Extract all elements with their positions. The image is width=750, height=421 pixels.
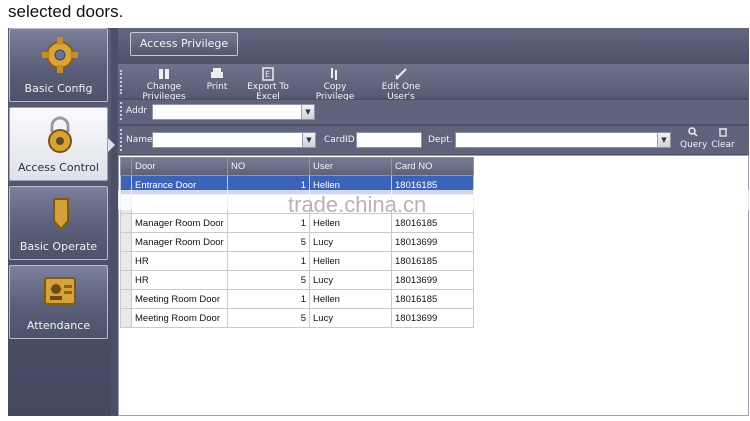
toolbar-grip [120,70,125,94]
table-row[interactable]: Meeting Room Door 1 Hellen 18016185 [120,289,474,309]
edit-one-user-button[interactable]: Edit One User's [368,66,434,102]
toolbar-label: Change Privileges [142,82,186,102]
filter-bar: Name ▼ CardID Dept. ▼ Query Clear [118,126,749,154]
column-header-user[interactable]: User [309,157,392,176]
nav-basic-operate[interactable]: Basic Operate [9,186,108,260]
addr-dropdown[interactable]: ▼ [152,104,315,120]
table-row[interactable]: Meeting Room Door 5 Lucy 18013699 [120,308,474,328]
privilege-table: Door NO User Card NO Entrance Door 1 Helle… [120,157,474,328]
row-selector[interactable] [120,213,132,233]
cell-card-no: 18016185 [391,251,474,271]
cell-card-no: 18016185 [391,289,474,309]
dept-dropdown[interactable]: ▼ [455,132,671,148]
chevron-down-icon[interactable]: ▼ [302,133,315,147]
cell-no: 5 [227,270,310,290]
cardid-label: CardID [324,135,355,145]
nav-label: Basic Config [24,82,93,95]
table-row[interactable]: HR 1 Hellen 18016185 [120,251,474,271]
cell-door: HR [131,270,228,290]
clear-icon [719,128,727,137]
bar-grip [120,102,125,120]
cell-door: Manager Room Door [131,232,228,252]
cell-door: HR [131,251,228,271]
toolbar-label: Print [206,82,228,92]
svg-text:E: E [265,70,270,79]
cell-card-no: 18013699 [391,308,474,328]
toolbar-label: Edit One User's [381,82,421,102]
cell-no: 5 [227,308,310,328]
copy-privilege-button[interactable]: Copy Privilege [304,66,366,102]
main-content: Access Privilege Change Privileges Print… [118,28,749,416]
table-header-row: Door NO User Card NO [120,157,474,176]
name-label: Name [126,135,153,145]
active-notch [108,138,115,152]
cell-door: Meeting Room Door [131,289,228,309]
page-caption: selected doors. [8,2,124,21]
watermark: trade.china.cn [288,192,427,217]
toolbar-label: Export To Excel [247,82,289,102]
name-dropdown[interactable]: ▼ [152,132,316,148]
row-selector[interactable] [120,289,132,309]
clear-button[interactable]: Clear [710,127,736,153]
row-selector[interactable] [120,270,132,290]
clear-label: Clear [711,140,735,150]
copy-icon [331,68,337,80]
addr-bar: Addr ▼ [118,100,749,124]
toolbar-label: Copy Privilege [315,82,355,102]
cell-no: 1 [227,251,310,271]
nav-access-control[interactable]: Access Control [9,107,115,181]
excel-icon: E [262,67,274,81]
attendance-card-icon [44,277,76,305]
column-header-door[interactable]: Door [131,157,228,176]
bar-grip [120,129,125,151]
change-privileges-button[interactable]: Change Privileges [126,66,202,102]
row-selector[interactable] [120,308,132,328]
cell-door: Manager Room Door [131,213,228,233]
cell-user: Lucy [309,270,392,290]
table-row[interactable]: HR 5 Lucy 18013699 [120,270,474,290]
cell-card-no: 18013699 [391,232,474,252]
cardid-input[interactable] [356,132,422,148]
addr-label: Addr [126,106,148,116]
cell-user: Lucy [309,232,392,252]
nav-attendance[interactable]: Attendance [9,265,108,339]
nav-label: Basic Operate [19,240,98,253]
tab-access-privilege[interactable]: Access Privilege [130,32,238,56]
query-button[interactable]: Query [680,127,708,153]
nav-label: Attendance [26,319,91,332]
left-navigation: Basic Config Access Control Basic Operat… [8,28,115,416]
operate-icon [53,198,69,231]
title-bar: Access Privilege [118,28,749,62]
cell-no: 1 [227,289,310,309]
chevron-down-icon[interactable]: ▼ [657,133,670,147]
toolbar: Change Privileges Print E Export To Exce… [118,64,749,102]
row-selector[interactable] [120,251,132,271]
export-excel-button[interactable]: E Export To Excel [234,66,302,102]
app-window: Basic Config Access Control Basic Operat… [8,28,749,416]
chevron-down-icon[interactable]: ▼ [301,105,314,119]
cell-user: Lucy [309,308,392,328]
row-selector-header [120,157,132,176]
printer-icon [211,68,223,78]
row-selector[interactable] [120,232,132,252]
edit-icon [395,68,407,80]
blur-band [118,190,749,210]
change-privileges-icon [159,69,169,79]
nav-basic-config[interactable]: Basic Config [9,28,108,102]
column-header-no[interactable]: NO [227,157,310,176]
nav-label: Access Control [18,161,99,174]
dept-label: Dept. [428,135,453,145]
query-label: Query [680,140,708,150]
cell-no: 5 [227,232,310,252]
table-row[interactable]: Manager Room Door 5 Lucy 18013699 [120,232,474,252]
search-icon [688,127,698,137]
cell-card-no: 18013699 [391,270,474,290]
cell-door: Meeting Room Door [131,308,228,328]
print-button[interactable]: Print [204,66,230,96]
cell-user: Hellen [309,289,392,309]
column-header-card-no[interactable]: Card NO [391,157,474,176]
gear-icon [42,37,78,73]
padlock-icon [48,116,72,153]
cell-user: Hellen [309,251,392,271]
